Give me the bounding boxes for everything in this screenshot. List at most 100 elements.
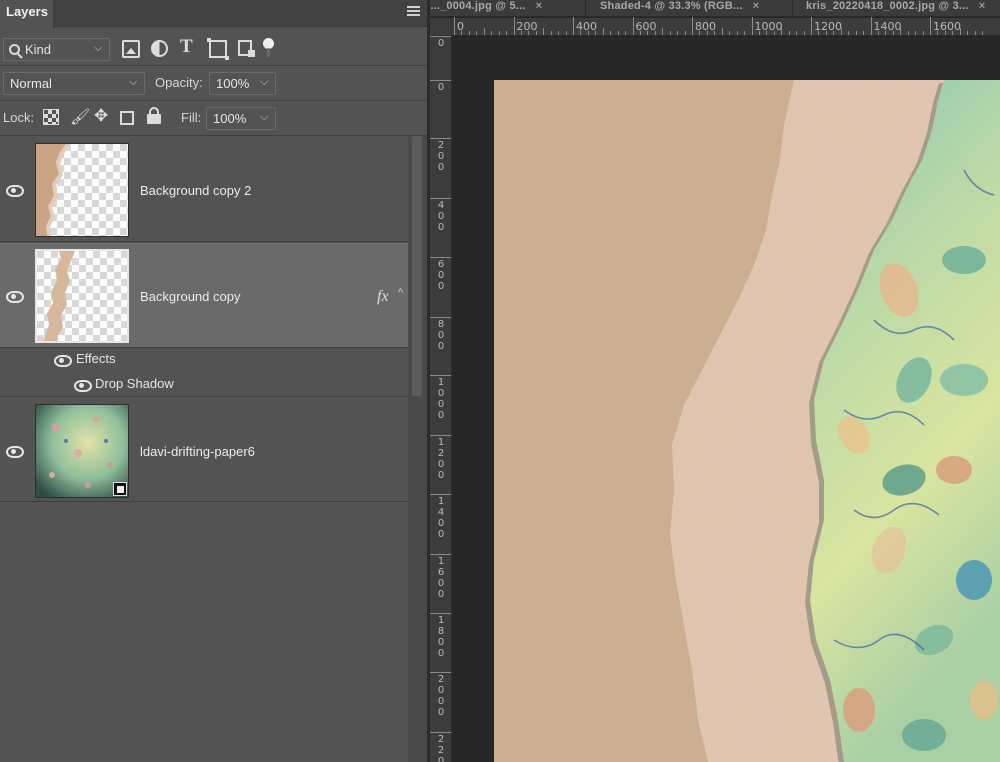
opacity-label: Opacity:: [155, 75, 203, 90]
ruler-tick: [721, 28, 723, 35]
layer-thumbnail: [35, 249, 129, 343]
layer-name[interactable]: ldavi-drifting-paper6: [140, 444, 255, 459]
lock-transparent-pixels-icon[interactable]: [43, 109, 59, 125]
ruler-tick: [498, 31, 500, 35]
eye-icon[interactable]: [74, 380, 92, 392]
lock-label: Lock:: [3, 110, 35, 125]
panel-scrollbar[interactable]: [408, 136, 427, 762]
opacity-value: 100%: [216, 76, 250, 91]
ruler-label: 400: [437, 200, 445, 233]
lock-artboard-icon[interactable]: [120, 111, 134, 125]
drop-shadow-effect[interactable]: Drop Shadow: [95, 376, 174, 391]
ruler-tick: [476, 31, 478, 35]
ruler-tick: [543, 28, 545, 35]
layer-row[interactable]: Background copy 2: [0, 137, 408, 242]
layer-row-selected[interactable]: Background copy fx ^: [0, 243, 408, 348]
ruler-label: 1200: [814, 20, 842, 33]
type-filter-icon[interactable]: T: [180, 36, 198, 57]
document-canvas[interactable]: [494, 80, 1000, 762]
ruler-label: 2000: [437, 674, 445, 718]
layer-effects-icon[interactable]: fx: [377, 288, 389, 306]
ruler-tick: [430, 435, 451, 436]
ruler-tick: [751, 17, 753, 35]
document-area: _..._0004.jpg @ 5... × Shaded-4 @ 33.3% (…: [430, 0, 1000, 762]
ruler-tick: [468, 31, 470, 35]
fill-field[interactable]: 100% ⌵: [206, 107, 276, 130]
ruler-tick: [744, 31, 746, 35]
ruler-tick: [430, 554, 451, 555]
chevron-down-icon[interactable]: ⌵: [260, 76, 270, 88]
close-icon: ×: [978, 0, 986, 12]
blend-row: Normal ⌵ Opacity: 100% ⌵: [0, 66, 427, 101]
layers-tab[interactable]: Layers: [0, 0, 54, 28]
document-tab[interactable]: _..._0004.jpg @ 5... ×: [430, 0, 542, 16]
lock-position-icon[interactable]: ✥: [94, 106, 110, 125]
ruler-tick: [430, 672, 451, 673]
ruler-tick: [662, 28, 664, 35]
ruler-tick: [848, 31, 850, 35]
ruler-tick: [430, 138, 451, 139]
ruler-tick: [967, 31, 969, 35]
lock-row: Lock: 🖌 ✥ Fill: 100% ⌵: [0, 101, 427, 136]
effects-group: Effects Drop Shadow: [0, 349, 408, 397]
eye-icon[interactable]: [54, 355, 72, 367]
ruler-tick: [483, 28, 485, 35]
blend-mode-dropdown[interactable]: Normal ⌵: [3, 72, 145, 95]
lock-all-icon[interactable]: [147, 107, 161, 125]
ruler-tick: [430, 375, 451, 376]
ruler-tick: [430, 732, 451, 733]
ruler-tick: [430, 317, 451, 318]
ruler-tick: [669, 31, 671, 35]
smart-object-filter-icon[interactable]: [238, 40, 255, 57]
document-tab[interactable]: kris_20220418_0002.jpg @ 3... ×: [806, 0, 986, 16]
ruler-label: 1800: [437, 615, 445, 659]
filter-kind-dropdown[interactable]: Kind ⌵: [3, 38, 110, 61]
horizontal-ruler[interactable]: 0 200 400 600 800 1000 1200 1400 1600: [452, 17, 1000, 36]
effects-label[interactable]: Effects: [76, 351, 116, 366]
ruler-label: 2200: [437, 734, 445, 762]
ruler-tick: [506, 31, 508, 35]
layer-name[interactable]: Background copy: [140, 289, 240, 304]
panel-menu-icon[interactable]: [407, 6, 420, 18]
search-icon: [9, 44, 20, 55]
ruler-label: 0: [437, 38, 445, 49]
ruler-tick: [617, 31, 619, 35]
lock-image-pixels-icon[interactable]: 🖌: [70, 107, 90, 126]
ruler-corner[interactable]: [430, 18, 452, 36]
ruler-label: 1000: [754, 20, 783, 33]
ruler-tick: [610, 31, 612, 35]
ruler-tick: [565, 31, 567, 35]
panel-tab-bar: Layers: [0, 0, 427, 28]
ruler-label: 1000: [437, 377, 445, 421]
layer-thumbnail: [35, 404, 129, 498]
ruler-label: 1400: [437, 496, 445, 540]
eye-icon[interactable]: [6, 291, 24, 303]
chevron-up-icon[interactable]: ^: [398, 287, 403, 299]
ruler-tick: [922, 31, 924, 35]
ruler-label: 0: [457, 20, 464, 33]
vertical-ruler[interactable]: 0 0 200 400 600 800 1000 1200 1400 1600 1800 2000 22…: [430, 36, 452, 762]
shape-filter-icon[interactable]: [207, 38, 229, 60]
ruler-tick: [982, 31, 984, 35]
filter-toggle[interactable]: [263, 38, 275, 60]
eye-icon[interactable]: [6, 185, 24, 197]
ruler-label: 600: [635, 20, 657, 33]
ruler-tick: [692, 17, 693, 35]
eye-icon[interactable]: [6, 446, 24, 458]
chevron-down-icon: ⌵: [94, 42, 103, 54]
chevron-down-icon[interactable]: ⌵: [260, 111, 270, 123]
layer-row[interactable]: ldavi-drifting-paper6: [0, 398, 408, 502]
ruler-tick: [573, 17, 574, 35]
adjustment-filter-icon[interactable]: [151, 40, 168, 57]
layer-name[interactable]: Background copy 2: [140, 183, 251, 198]
ruler-tick: [625, 31, 627, 35]
image-filter-icon[interactable]: [122, 40, 140, 58]
document-tab[interactable]: Shaded-4 @ 33.3% (RGB... ×: [600, 0, 759, 16]
ruler-tick: [863, 31, 865, 35]
ruler-tick: [558, 31, 560, 35]
opacity-field[interactable]: 100% ⌵: [209, 72, 276, 95]
ruler-label: 800: [695, 20, 716, 33]
ruler-tick: [430, 36, 451, 37]
ruler-tick: [930, 17, 931, 35]
ruler-label: 1600: [437, 556, 445, 600]
